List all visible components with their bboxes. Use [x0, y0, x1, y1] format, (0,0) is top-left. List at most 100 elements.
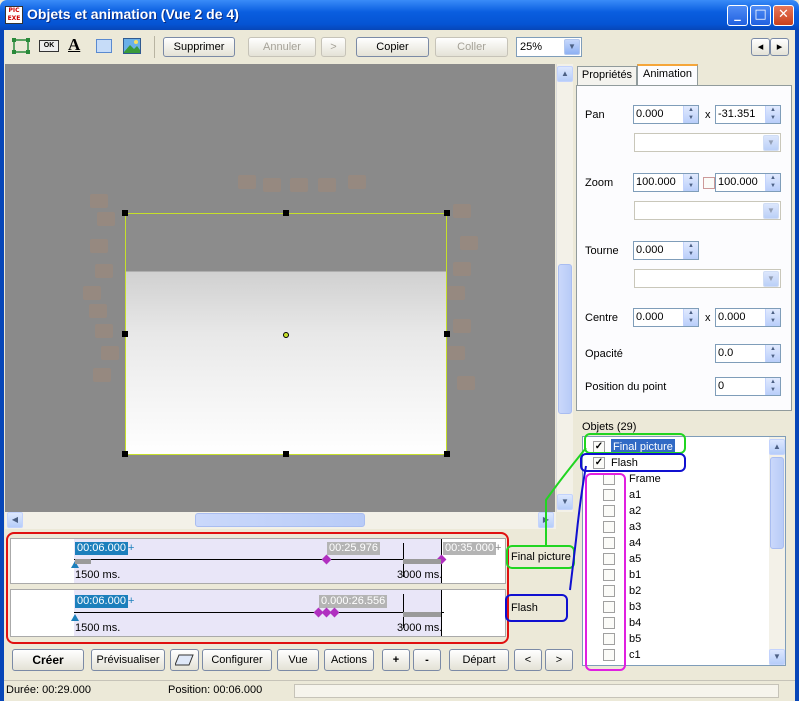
playhead-icon[interactable] [71, 614, 79, 621]
scroll-up-icon[interactable]: ▲ [557, 66, 573, 82]
pan-x-input[interactable]: 0.000 ▲ ▼ [633, 105, 699, 124]
object-thumbnail[interactable] [90, 194, 108, 208]
redo-button[interactable]: > [321, 37, 346, 57]
object-thumbnail[interactable] [348, 175, 366, 189]
resize-handle[interactable] [122, 331, 128, 337]
keyframe-time-2[interactable]: 0.000:26.556 [319, 595, 388, 608]
tab-properties[interactable]: Propriétés [577, 66, 637, 85]
object-thumbnail[interactable] [453, 319, 471, 333]
nav-prev-button[interactable]: ◂ [751, 38, 770, 56]
object-thumbnail[interactable] [97, 212, 115, 226]
keyframe-time-3[interactable]: 00:35.000 [443, 542, 496, 555]
undo-button[interactable]: Annuler [248, 37, 316, 57]
zoom-y-input[interactable]: 100.000 ▲ ▼ [715, 173, 781, 192]
rotate-input[interactable]: 0.000 ▲ ▼ [633, 241, 699, 260]
actions-button[interactable]: Actions [324, 649, 374, 671]
add-keyframe-icon[interactable]: + [495, 542, 501, 554]
resize-handle[interactable] [283, 451, 289, 457]
timeline-track-flash[interactable]: 00:06.000 + 0.000:26.556 1500 ms. 3000 m… [10, 589, 506, 637]
slide-icon-button[interactable] [170, 649, 199, 671]
resize-handle[interactable] [444, 331, 450, 337]
canvas-horizontal-scrollbar[interactable]: ◀ ▶ [5, 512, 556, 529]
spinner-icon[interactable]: ▲ ▼ [683, 242, 698, 259]
text-tool-icon[interactable]: A [68, 35, 86, 54]
track-name-flash[interactable]: Flash [511, 602, 538, 614]
add-keyframe-icon[interactable]: + [128, 595, 134, 607]
point-position-input[interactable]: 0 ▲ ▼ [715, 377, 781, 396]
object-thumbnail[interactable] [101, 346, 119, 360]
object-thumbnail[interactable] [90, 239, 108, 253]
view-button[interactable]: Vue [277, 649, 319, 671]
chevron-down-icon[interactable]: ▼ [763, 135, 779, 151]
object-thumbnail[interactable] [238, 175, 256, 189]
object-thumbnail[interactable] [93, 368, 111, 382]
timeline-track-final-picture[interactable]: 00:06.000 + 00:25.976 00:35.000 + 1500 m… [10, 538, 506, 584]
nav-next-button[interactable]: ▸ [770, 38, 789, 56]
maximize-button[interactable]: □ [750, 5, 771, 26]
zoom-x-input[interactable]: 100.000 ▲ ▼ [633, 173, 699, 192]
add-keyframe-button[interactable]: + [382, 649, 410, 671]
pan-curve-select[interactable]: ▼ [634, 133, 781, 152]
preview-button[interactable]: Prévisualiser [91, 649, 165, 671]
scroll-down-icon[interactable]: ▼ [769, 649, 785, 665]
configure-button[interactable]: Configurer [202, 649, 272, 671]
objects-scrollbar[interactable]: ▲ ▼ [769, 437, 785, 665]
previous-button[interactable]: < [514, 649, 542, 671]
object-thumbnail[interactable] [460, 236, 478, 250]
zoom-curve-select[interactable]: ▼ [634, 201, 781, 220]
scroll-thumb[interactable] [195, 513, 365, 527]
resize-handle[interactable] [444, 451, 450, 457]
object-thumbnail[interactable] [447, 346, 465, 360]
zoom-link-checkbox[interactable] [703, 177, 715, 189]
object-thumbnail[interactable] [95, 324, 113, 338]
rotate-curve-select[interactable]: ▼ [634, 269, 781, 288]
object-thumbnail[interactable] [453, 204, 471, 218]
object-thumbnail[interactable] [89, 304, 107, 318]
create-button[interactable]: Créer [12, 649, 84, 671]
keyframe-time-1[interactable]: 00:06.000 [75, 542, 128, 555]
pan-y-input[interactable]: -31.351 ▲ ▼ [715, 105, 781, 124]
slide-canvas[interactable] [5, 64, 555, 512]
resize-handle[interactable] [122, 210, 128, 216]
spinner-icon[interactable]: ▲ ▼ [683, 174, 698, 191]
resize-handle[interactable] [122, 451, 128, 457]
scroll-left-icon[interactable]: ◀ [7, 512, 23, 528]
rectangle-select-icon[interactable] [12, 38, 30, 54]
chevron-down-icon[interactable]: ▼ [763, 271, 779, 287]
spinner-icon[interactable]: ▲ ▼ [765, 345, 780, 362]
resize-handle[interactable] [444, 210, 450, 216]
chevron-down-icon[interactable]: ▼ [763, 203, 779, 219]
paste-button[interactable]: Coller [435, 37, 508, 57]
scroll-thumb[interactable] [770, 457, 784, 549]
spinner-icon[interactable]: ▲ ▼ [683, 106, 698, 123]
minimize-button[interactable]: _ [727, 5, 748, 26]
final-picture-object[interactable] [122, 210, 450, 457]
image-tool-icon[interactable] [123, 38, 141, 54]
zoom-select[interactable]: 25% ▼ [516, 37, 582, 57]
spinner-icon[interactable]: ▲ ▼ [765, 174, 780, 191]
keyframe-time-2[interactable]: 00:25.976 [327, 542, 380, 555]
opacity-input[interactable]: 0.0 ▲ ▼ [715, 344, 781, 363]
center-y-input[interactable]: 0.000 ▲ ▼ [715, 308, 781, 327]
object-thumbnail[interactable] [318, 178, 336, 192]
center-x-input[interactable]: 0.000 ▲ ▼ [633, 308, 699, 327]
resize-handle[interactable] [283, 210, 289, 216]
ok-button-icon[interactable]: OK [39, 40, 59, 52]
copy-button[interactable]: Copier [356, 37, 429, 57]
scroll-thumb[interactable] [558, 264, 572, 414]
object-thumbnail[interactable] [447, 286, 465, 300]
keyframe-time-1[interactable]: 00:06.000 [75, 595, 128, 608]
add-keyframe-icon[interactable]: + [128, 542, 134, 554]
spinner-icon[interactable]: ▲ ▼ [765, 309, 780, 326]
object-thumbnail[interactable] [457, 376, 475, 390]
object-thumbnail[interactable] [95, 264, 113, 278]
center-point[interactable] [283, 332, 289, 338]
remove-keyframe-button[interactable]: - [413, 649, 441, 671]
spinner-icon[interactable]: ▲ ▼ [765, 378, 780, 395]
spinner-icon[interactable]: ▲ ▼ [765, 106, 780, 123]
delete-button[interactable]: Supprimer [163, 37, 235, 57]
frame-tool-icon[interactable] [96, 39, 112, 53]
object-thumbnail[interactable] [263, 178, 281, 192]
scroll-up-icon[interactable]: ▲ [769, 439, 785, 455]
object-thumbnail[interactable] [83, 286, 101, 300]
